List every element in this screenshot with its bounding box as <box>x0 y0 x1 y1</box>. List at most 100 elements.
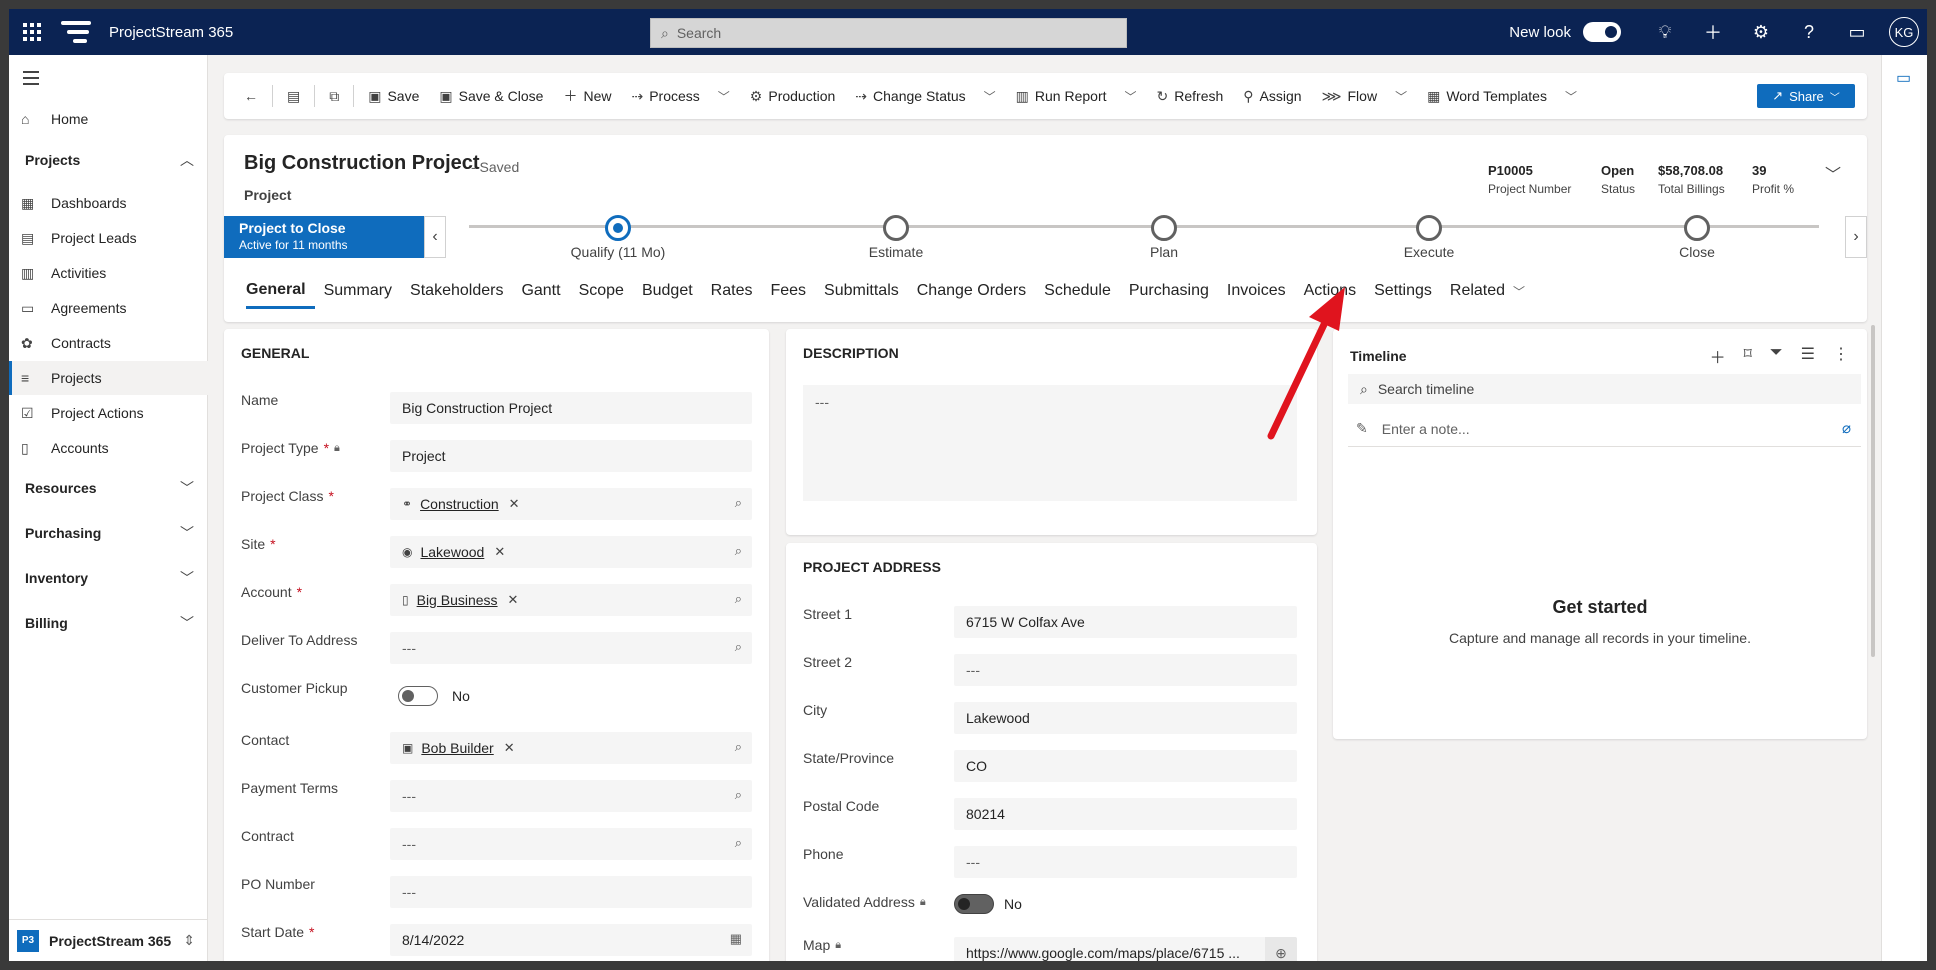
filter-icon[interactable]: ⏷ <box>1770 344 1783 368</box>
search-icon[interactable]: ⌕ <box>735 739 742 755</box>
lookup-link[interactable]: Bob Builder <box>421 740 493 756</box>
app-launcher-icon[interactable] <box>9 9 55 55</box>
map-url-input[interactable]: https://www.google.com/maps/place/6715 .… <box>954 937 1297 961</box>
name-input[interactable]: Big Construction Project <box>390 392 752 424</box>
contact-lookup[interactable]: ▣ Bob Builder ✕ ⌕ <box>390 732 752 764</box>
bpf-active-stage-flyout[interactable]: Project to Close Active for 11 months <box>224 216 424 258</box>
lookup-link[interactable]: Lakewood <box>420 544 484 560</box>
tab-summary[interactable]: Summary <box>315 273 401 309</box>
postal-code-input[interactable]: 80214 <box>954 798 1297 830</box>
remove-icon[interactable]: ✕ <box>504 740 515 756</box>
tab-submittals[interactable]: Submittals <box>815 273 908 309</box>
sidebar-item-agreements[interactable]: ▭ Agreements <box>9 291 208 325</box>
site-lookup[interactable]: ◉ Lakewood ✕ ⌕ <box>390 536 752 568</box>
new-button[interactable]: ＋ New <box>553 73 621 119</box>
search-icon[interactable]: ⌕ <box>735 835 742 851</box>
nav-group-resources[interactable]: Resources ﹀ <box>9 471 208 505</box>
bpf-next-button[interactable]: › <box>1845 216 1867 258</box>
search-icon[interactable]: ⌕ <box>735 543 742 559</box>
save-button[interactable]: ▣ Save <box>358 73 429 119</box>
payment-terms-lookup[interactable]: --- ⌕ <box>390 780 752 812</box>
tab-related[interactable]: Related ﹀ <box>1441 273 1534 309</box>
city-input[interactable]: Lakewood <box>954 702 1297 734</box>
production-button[interactable]: ⚙ Production <box>740 73 846 119</box>
save-close-button[interactable]: ▣ Save & Close <box>429 73 553 119</box>
tab-change-orders[interactable]: Change Orders <box>908 273 1035 309</box>
globe-icon[interactable]: ⊕ <box>1265 937 1297 961</box>
tab-schedule[interactable]: Schedule <box>1035 273 1120 309</box>
calendar-icon[interactable]: ▦ <box>730 931 742 947</box>
lookup-link[interactable]: Big Business <box>417 592 498 608</box>
gear-icon[interactable]: ⚙ <box>1737 9 1785 55</box>
bpf-stage-close[interactable]: Close <box>1617 215 1777 260</box>
timeline-search-input[interactable]: ⌕ Search timeline <box>1348 374 1861 404</box>
run-report-button[interactable]: ▥ Run Report ﹀ <box>1006 73 1147 119</box>
nav-group-billing[interactable]: Billing ﹀ <box>9 606 208 640</box>
lookup-link[interactable]: Construction <box>420 496 499 512</box>
change-status-button[interactable]: ⇢ Change Status ﹀ <box>845 73 1005 119</box>
feedback-icon[interactable]: ▭ <box>1833 9 1881 55</box>
tab-purchasing[interactable]: Purchasing <box>1120 273 1218 309</box>
tab-general[interactable]: General <box>246 273 315 309</box>
tab-actions[interactable]: Actions <box>1295 273 1365 309</box>
area-switcher[interactable]: P3 ProjectStream 365 ⇕ <box>9 919 208 961</box>
tab-gantt[interactable]: Gantt <box>512 273 569 309</box>
sidebar-item-projects[interactable]: ≡ Projects <box>9 361 208 395</box>
contract-lookup[interactable]: --- ⌕ <box>390 828 752 860</box>
start-date-input[interactable]: 8/14/2022 ▦ <box>390 924 752 956</box>
add-icon[interactable]: ＋ <box>1710 344 1726 368</box>
project-class-lookup[interactable]: ⚭ Construction ✕ ⌕ <box>390 488 752 520</box>
lightbulb-icon[interactable]: 💡︎ <box>1641 9 1689 55</box>
bpf-stage-qualify[interactable]: Qualify (11 Mo) <box>538 215 698 260</box>
plus-icon[interactable]: ＋ <box>1689 9 1737 55</box>
avatar[interactable]: KG <box>1889 17 1919 47</box>
bpf-prev-button[interactable]: ‹ <box>424 216 446 258</box>
sidebar-item-dashboards[interactable]: ▦ Dashboards <box>9 186 208 220</box>
assign-button[interactable]: ⚲ Assign <box>1233 73 1311 119</box>
remove-icon[interactable]: ✕ <box>509 496 520 512</box>
sidebar-item-accounts[interactable]: ▯ Accounts <box>9 431 208 465</box>
search-icon[interactable]: ⌕ <box>735 495 742 511</box>
back-button[interactable]: ← <box>234 73 268 119</box>
sidebar-item-project-leads[interactable]: ▤ Project Leads <box>9 221 208 255</box>
refresh-button[interactable]: ↻ Refresh <box>1147 73 1234 119</box>
phone-input[interactable]: --- <box>954 846 1297 878</box>
street1-input[interactable]: 6715 W Colfax Ave <box>954 606 1297 638</box>
bpf-stage-plan[interactable]: Plan <box>1084 215 1244 260</box>
global-search-input[interactable]: ⌕ Search <box>650 18 1127 48</box>
more-icon[interactable]: ⋮ <box>1833 344 1849 368</box>
street2-input[interactable]: --- <box>954 654 1297 686</box>
word-templates-button[interactable]: ▦ Word Templates ﹀ <box>1417 73 1587 119</box>
page-scrollbar[interactable] <box>1871 325 1875 657</box>
flow-button[interactable]: ⋙ Flow ﹀ <box>1312 73 1418 119</box>
hamburger-icon[interactable] <box>23 71 39 89</box>
po-number-input[interactable]: --- <box>390 876 752 908</box>
remove-icon[interactable]: ✕ <box>508 592 519 608</box>
tab-fees[interactable]: Fees <box>761 273 815 309</box>
validated-address-toggle[interactable] <box>954 894 994 914</box>
sidebar-item-home[interactable]: ⌂ Home <box>9 102 208 136</box>
deliver-to-lookup[interactable]: --- ⌕ <box>390 632 752 664</box>
tab-budget[interactable]: Budget <box>633 273 702 309</box>
nav-group-inventory[interactable]: Inventory ﹀ <box>9 561 208 595</box>
bpf-stage-estimate[interactable]: Estimate <box>816 215 976 260</box>
form-view-button[interactable]: ▤ <box>277 73 310 119</box>
tab-rates[interactable]: Rates <box>702 273 762 309</box>
new-look-toggle[interactable] <box>1583 22 1621 42</box>
tab-settings[interactable]: Settings <box>1365 273 1441 309</box>
open-new-window-button[interactable]: ⧉ <box>319 73 349 119</box>
sidebar-item-contracts[interactable]: ✿ Contracts <box>9 326 208 360</box>
description-textarea[interactable]: --- <box>803 385 1297 501</box>
project-type-input[interactable]: Project <box>390 440 752 472</box>
remove-icon[interactable]: ✕ <box>494 544 505 560</box>
bpf-stage-execute[interactable]: Execute <box>1349 215 1509 260</box>
expand-header-chevron-icon[interactable]: ﹀ <box>1825 161 1841 185</box>
process-button[interactable]: ⇢ Process ﹀ <box>621 73 739 119</box>
nav-group-projects[interactable]: Projects ︿ <box>9 143 208 177</box>
state-input[interactable]: CO <box>954 750 1297 782</box>
list-icon[interactable]: ☰ <box>1801 344 1815 368</box>
attachment-icon[interactable]: ⌀ <box>1842 419 1851 437</box>
share-button[interactable]: ↗ Share ﹀ <box>1757 84 1855 108</box>
search-icon[interactable]: ⌕ <box>735 787 742 803</box>
sidebar-item-project-actions[interactable]: ☑ Project Actions <box>9 396 208 430</box>
